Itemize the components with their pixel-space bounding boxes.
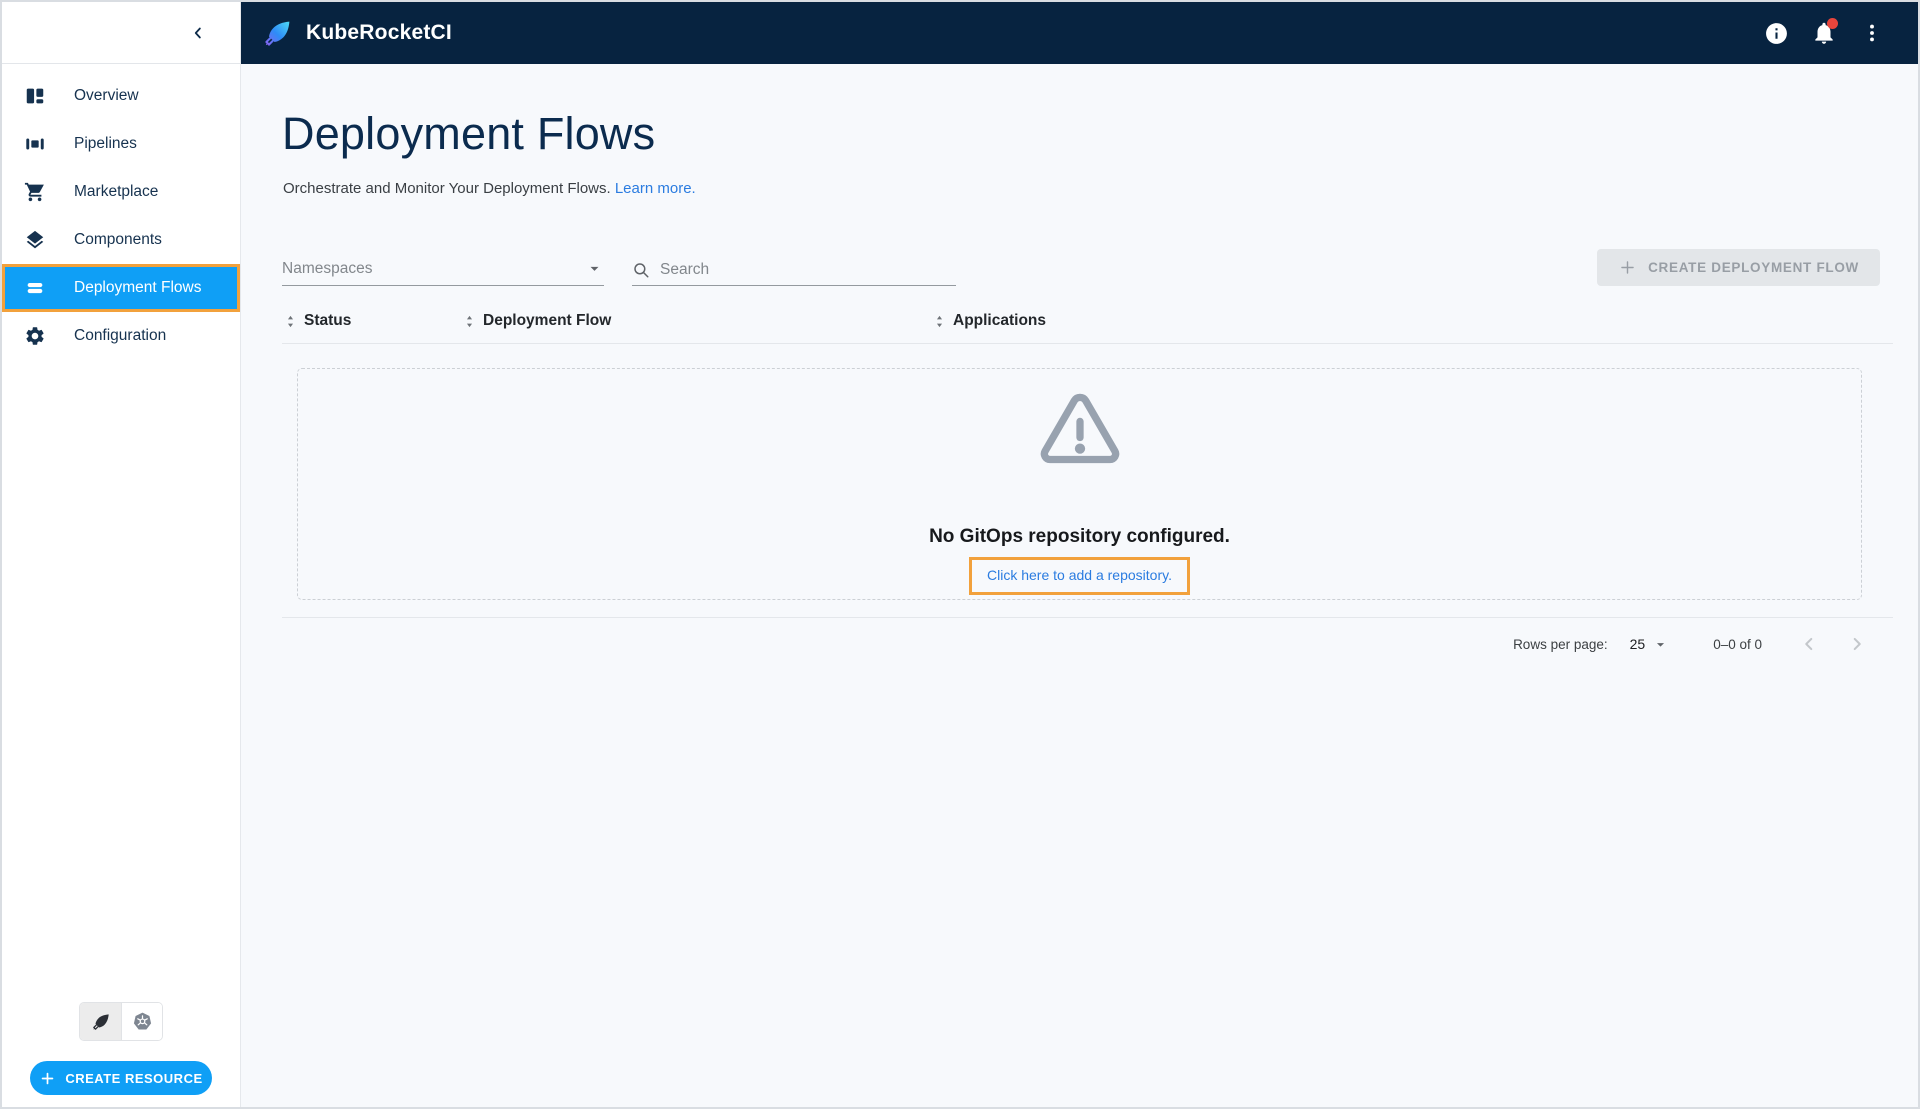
rows-per-page-label: Rows per page:: [1513, 637, 1608, 652]
sidebar-footer: CREATE RESOURCE: [2, 1002, 240, 1107]
pagination: Rows per page: 25 0–0 of 0: [241, 618, 1918, 670]
column-label: Applications: [953, 312, 1046, 330]
kubernetes-icon: [132, 1011, 153, 1032]
chevron-right-icon: [1846, 633, 1868, 655]
learn-more-link[interactable]: Learn more.: [615, 180, 696, 197]
create-deployment-flow-label: CREATE DEPLOYMENT FLOW: [1648, 260, 1859, 275]
info-button[interactable]: [1754, 11, 1798, 55]
sidebar-nav: Overview Pipelines Marke: [2, 64, 240, 360]
app-header: KubeRocketCI: [240, 2, 1918, 64]
sort-icon[interactable]: [461, 313, 478, 330]
cart-icon: [23, 181, 47, 203]
warning-triangle-icon: [1030, 385, 1130, 482]
sidebar-item-label: Deployment Flows: [74, 279, 202, 297]
view-toggle-group: [79, 1002, 163, 1041]
brand: KubeRocketCI: [262, 18, 452, 49]
sidebar-item-label: Marketplace: [74, 183, 158, 201]
add-repository-link[interactable]: Click here to add a repository.: [987, 567, 1172, 583]
add-repository-highlight: Click here to add a repository.: [969, 557, 1190, 595]
page-subtitle: Orchestrate and Monitor Your Deployment …: [283, 180, 1918, 197]
sidebar-item-deployment-flows[interactable]: Deployment Flows: [2, 264, 240, 312]
sidebar-item-components[interactable]: Components: [2, 216, 240, 264]
krci-view-toggle-button[interactable]: [80, 1003, 121, 1040]
flows-icon: [23, 277, 47, 299]
feather-logo-icon: [91, 1012, 111, 1032]
column-label: Deployment Flow: [483, 312, 611, 330]
rows-per-page-value: 25: [1630, 636, 1646, 652]
sort-icon[interactable]: [931, 313, 948, 330]
info-icon: [1764, 21, 1789, 46]
next-page-button[interactable]: [1846, 633, 1868, 655]
dashboard-icon: [23, 85, 47, 107]
page-title: Deployment Flows: [282, 108, 1918, 160]
plus-icon: [39, 1070, 56, 1087]
create-resource-label: CREATE RESOURCE: [65, 1071, 202, 1086]
column-header-applications: Applications: [931, 312, 1893, 330]
more-menu-button[interactable]: [1850, 11, 1894, 55]
column-header-status: Status: [282, 312, 461, 330]
chevron-down-icon: [1652, 636, 1669, 653]
sidebar-item-label: Components: [74, 231, 162, 249]
namespaces-placeholder: Namespaces: [282, 260, 372, 278]
kebab-menu-icon: [1861, 22, 1883, 44]
chevron-left-icon: [1798, 633, 1820, 655]
notification-badge: [1827, 18, 1838, 29]
search-icon: [632, 261, 650, 279]
appbar-actions: [1754, 11, 1894, 55]
layers-icon: [23, 229, 47, 251]
sidebar-item-label: Pipelines: [74, 135, 137, 153]
rows-per-page-select[interactable]: 25: [1630, 636, 1670, 653]
app-window: KubeRocketCI: [0, 0, 1920, 1109]
pagination-range: 0–0 of 0: [1713, 637, 1762, 652]
subtitle-text: Orchestrate and Monitor Your Deployment …: [283, 180, 611, 197]
column-label: Status: [304, 312, 351, 330]
feather-logo-icon: [262, 18, 293, 49]
kubernetes-view-toggle-button[interactable]: [121, 1003, 162, 1040]
column-header-deployment-flow: Deployment Flow: [461, 312, 931, 330]
search-field: [632, 261, 956, 286]
sidebar: Overview Pipelines Marke: [2, 2, 241, 1107]
sidebar-item-label: Overview: [74, 87, 139, 105]
plus-icon: [1618, 258, 1637, 277]
sort-icon[interactable]: [282, 313, 299, 330]
namespaces-select[interactable]: Namespaces: [282, 259, 604, 286]
filter-row: Namespaces CREATE DE: [282, 236, 1893, 286]
sidebar-item-pipelines[interactable]: Pipelines: [2, 120, 240, 168]
sidebar-item-configuration[interactable]: Configuration: [2, 312, 240, 360]
empty-state-message: No GitOps repository configured.: [929, 526, 1230, 548]
sidebar-collapse-button[interactable]: [180, 15, 216, 51]
search-input[interactable]: [660, 261, 956, 279]
sidebar-item-marketplace[interactable]: Marketplace: [2, 168, 240, 216]
empty-state: No GitOps repository configured. Click h…: [297, 368, 1862, 600]
pipelines-icon: [23, 133, 47, 155]
sidebar-item-overview[interactable]: Overview: [2, 72, 240, 120]
sidebar-header: [2, 2, 240, 64]
sidebar-item-label: Configuration: [74, 327, 166, 345]
table-header-row: Status Deployment Flow Applications: [282, 312, 1893, 344]
main-content: Deployment Flows Orchestrate and Monitor…: [241, 64, 1918, 1107]
app-title: KubeRocketCI: [306, 21, 452, 45]
previous-page-button[interactable]: [1798, 633, 1820, 655]
gear-icon: [23, 325, 47, 347]
chevron-down-icon: [585, 259, 604, 278]
notifications-button[interactable]: [1802, 11, 1846, 55]
create-resource-button[interactable]: CREATE RESOURCE: [30, 1061, 212, 1095]
chevron-left-icon: [189, 24, 207, 42]
create-deployment-flow-button[interactable]: CREATE DEPLOYMENT FLOW: [1597, 249, 1880, 286]
